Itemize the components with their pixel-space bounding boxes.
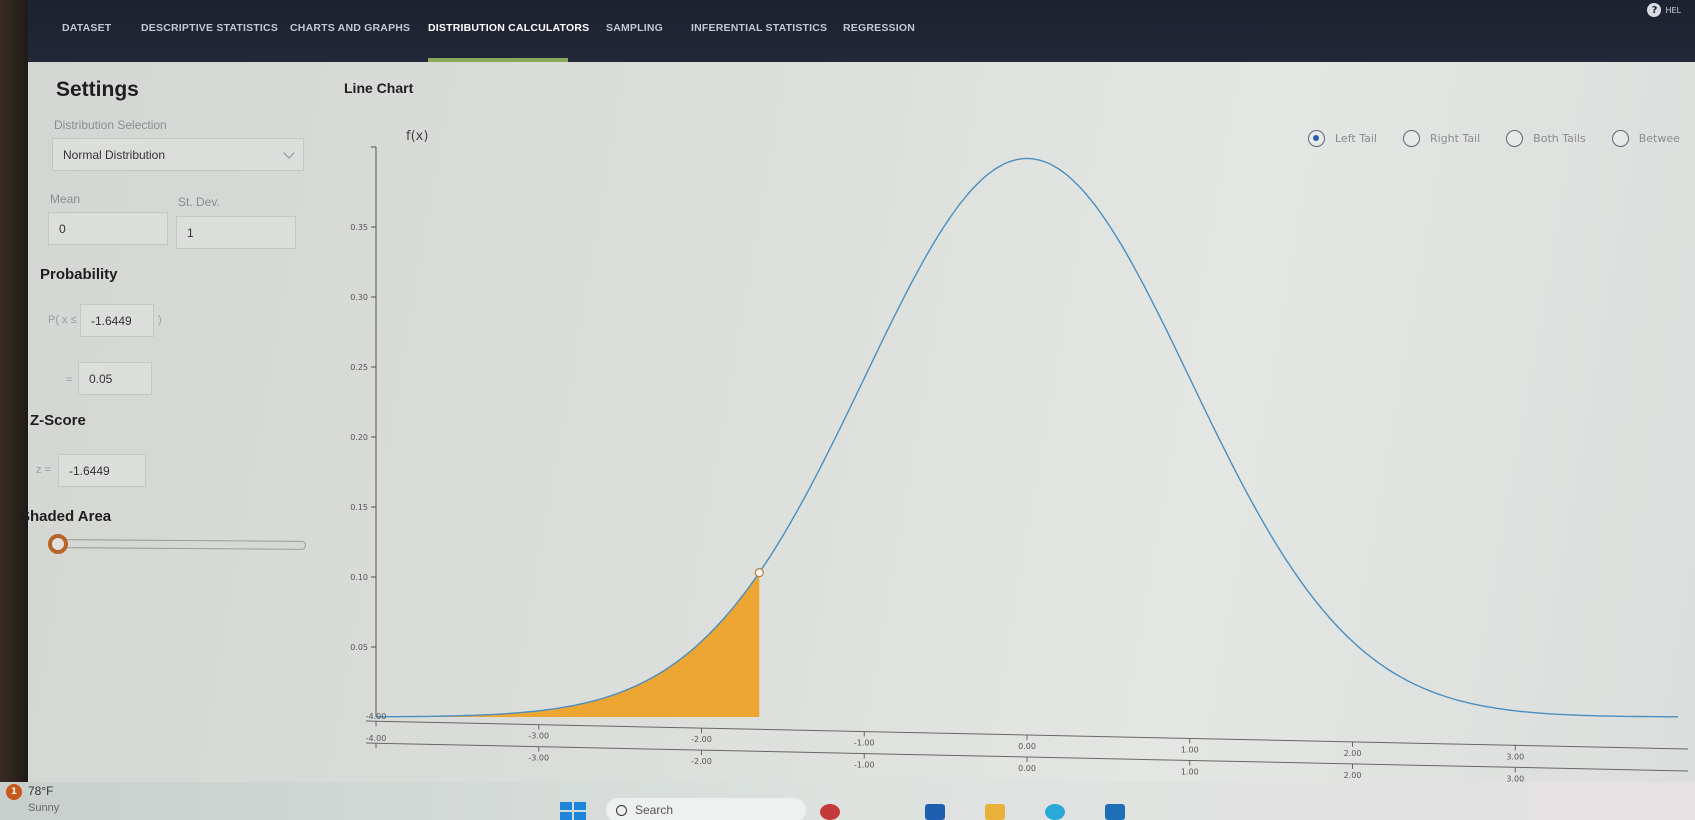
- shaded-area: [376, 572, 760, 717]
- help-icon: ?: [1647, 3, 1662, 17]
- density-point: [1026, 158, 1028, 160]
- weather-description[interactable]: Sunny: [28, 802, 59, 814]
- z-marker: [754, 568, 764, 578]
- help-button[interactable]: ? HEL: [1647, 3, 1681, 17]
- y-tick-label: 0.15: [350, 503, 368, 512]
- x-axis: -4.00 -3.00 -2.00 -1.00 0.00 1.00 2.00 3.00: [366, 712, 1689, 761]
- y-tick-label: 0.35: [350, 223, 368, 232]
- x-axis-tick-label: -4.00: [366, 712, 387, 721]
- x-axis-tick-label: 3.00: [1506, 752, 1524, 761]
- nav-inferential-statistics[interactable]: INFERENTIAL STATISTICS: [691, 22, 827, 34]
- density-point: [1352, 641, 1354, 643]
- x-axis-tick-label: -1.00: [854, 739, 875, 748]
- secondary-x-axis-tick-label: 1.00: [1181, 767, 1199, 776]
- shaded-region-layer: [376, 572, 760, 717]
- secondary-x-axis-tick-label: -3.00: [528, 754, 549, 763]
- taskbar-browser-icon[interactable]: [1045, 804, 1065, 820]
- density-point: [1596, 715, 1598, 717]
- density-point: [1270, 535, 1272, 537]
- y-tick-label: 0.30: [350, 293, 368, 302]
- x-axis-tick-label: -2.00: [691, 735, 712, 744]
- density-point: [863, 377, 865, 379]
- search-icon: [616, 804, 627, 816]
- monitor-bezel: [0, 0, 28, 820]
- secondary-x-axis-tick-label: -2.00: [691, 757, 712, 766]
- y-axis-title: f(x): [406, 129, 428, 144]
- secondary-x-axis-tick-label: 3.00: [1506, 774, 1524, 782]
- secondary-x-axis-tick-label: 0.00: [1018, 764, 1036, 773]
- x-axis-tick-label: -3.00: [528, 732, 549, 741]
- weather-temperature[interactable]: 78°F: [28, 784, 53, 798]
- secondary-x-axis-tick-label: -1.00: [854, 761, 875, 770]
- density-line: [376, 157, 1678, 718]
- y-tick-label: 0.20: [350, 433, 368, 442]
- help-label: HEL: [1665, 5, 1681, 15]
- taskbar-app-icon[interactable]: [820, 804, 840, 820]
- top-nav: DATASET DESCRIPTIVE STATISTICS CHARTS AN…: [28, 0, 1695, 66]
- density-point: [701, 641, 703, 643]
- nav-descriptive-statistics[interactable]: DESCRIPTIVE STATISTICS: [141, 22, 278, 34]
- density-point: [457, 715, 459, 717]
- y-tick-label: 0.05: [350, 643, 368, 652]
- density-point: [1189, 377, 1191, 379]
- density-point: [1677, 716, 1679, 718]
- y-tick-label: 0.25: [350, 363, 368, 372]
- weather-badge-icon[interactable]: 1: [6, 784, 22, 800]
- y-tick-label: 0.10: [350, 573, 368, 582]
- search-placeholder: Search: [635, 803, 674, 817]
- density-point: [1433, 692, 1435, 694]
- nav-regression[interactable]: REGRESSION: [843, 22, 915, 34]
- density-point: [619, 692, 621, 694]
- nav-dataset[interactable]: DATASET: [62, 22, 111, 34]
- density-point: [538, 710, 540, 712]
- line-layer: [376, 157, 1679, 718]
- screen: DATASET DESCRIPTIVE STATISTICS CHARTS AN…: [0, 0, 1695, 820]
- y-axis: 0.05 0.10 0.15 0.20 0.25 0.30 0.35: [350, 146, 377, 717]
- taskbar-folder-icon[interactable]: [985, 804, 1005, 820]
- x-axis-tick-label: 0.00: [1018, 742, 1036, 751]
- taskbar: 1 78°F Sunny Search: [0, 782, 1695, 820]
- density-point: [945, 223, 947, 225]
- taskbar-store-icon[interactable]: [925, 804, 945, 820]
- nav-charts-and-graphs[interactable]: CHARTS AND GRAPHS: [290, 22, 410, 34]
- taskbar-mail-icon[interactable]: [1105, 804, 1125, 820]
- secondary-x-axis-tick-label: -4.00: [366, 734, 387, 743]
- x-axis-tick-label: 1.00: [1181, 745, 1199, 754]
- density-point: [782, 535, 784, 537]
- line-chart: f(x) 0.050.100.150.200.250.300.35 -4.00-…: [350, 129, 1689, 782]
- windows-start-icon[interactable]: [560, 802, 586, 820]
- nav-distribution-calculators[interactable]: DISTRIBUTION CALCULATORS: [428, 22, 589, 34]
- nav-sampling[interactable]: SAMPLING: [606, 22, 663, 34]
- taskbar-search[interactable]: Search: [606, 798, 806, 820]
- density-point: [1514, 710, 1516, 712]
- secondary-x-axis-tick-label: 2.00: [1344, 771, 1362, 780]
- main-content: Settings Distribution Selection Normal D…: [20, 62, 1695, 782]
- density-point: [1108, 223, 1110, 225]
- x-axis-tick-label: 2.00: [1344, 749, 1362, 758]
